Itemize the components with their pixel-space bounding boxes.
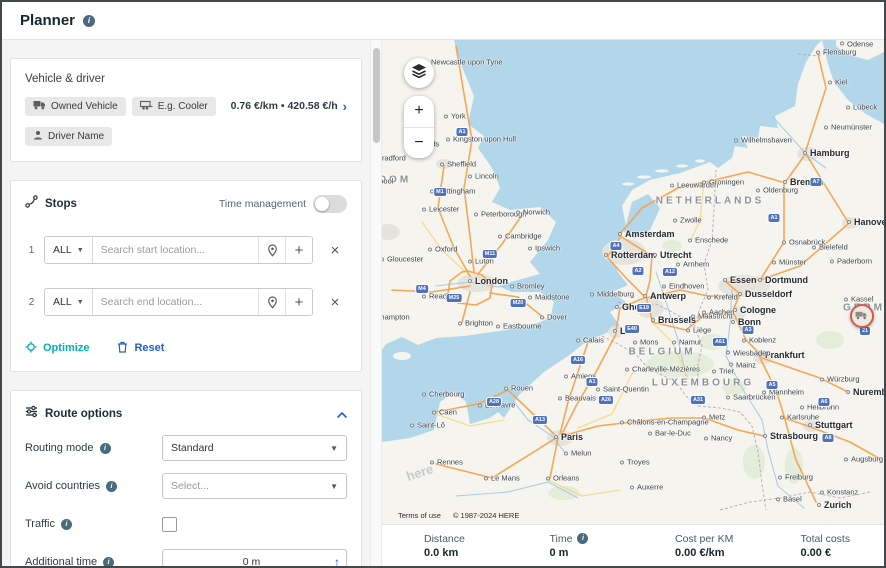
route-stats-bar: Distance 0.0 km Time i 0 m Cost per KM 0.…: [382, 524, 884, 566]
routing-mode-row: Routing mode i Standard ▼: [25, 435, 347, 461]
planner-app: Planner i Vehicle & driver Owned Vehicle…: [0, 0, 886, 568]
stat-total-costs: Total costs 0.00 €: [800, 532, 851, 559]
stops-icon: [25, 195, 38, 213]
chevron-down-icon: ▼: [330, 443, 338, 453]
vehicle-chip[interactable]: Owned Vehicle: [25, 96, 126, 116]
chevron-down-icon: ▼: [330, 481, 338, 491]
add-stop-button[interactable]: +: [285, 289, 312, 315]
pick-on-map-button[interactable]: [258, 237, 285, 263]
reset-button[interactable]: Reset: [117, 341, 164, 356]
remove-stop-button[interactable]: ×: [323, 288, 347, 316]
stop-index: 2: [28, 296, 35, 308]
stat-distance: Distance 0.0 km: [424, 532, 465, 559]
map-attribution: Terms of use © 1987-2024 HERE: [398, 511, 519, 520]
vehicle-driver-card: Vehicle & driver Owned Vehicle E.g. Cool…: [10, 58, 362, 162]
routing-mode-select[interactable]: Standard ▼: [162, 435, 347, 461]
stepper-up-icon[interactable]: ↑: [334, 555, 340, 566]
trash-icon: [117, 341, 128, 356]
map-base-layer: [382, 40, 884, 524]
additional-time-info-icon[interactable]: i: [103, 556, 115, 566]
traffic-label: Traffic: [25, 518, 55, 530]
driver-chip-label: Driver Name: [48, 130, 105, 142]
layers-icon: [411, 63, 427, 84]
map-copyright: © 1987-2024 HERE: [452, 511, 520, 520]
driver-icon: [33, 130, 43, 143]
trailer-icon: [139, 100, 153, 113]
traffic-row: Traffic i: [25, 511, 347, 537]
trailer-chip[interactable]: E.g. Cooler: [131, 96, 216, 116]
avoid-countries-row: Avoid countries i Select... ▼: [25, 473, 347, 499]
truck-icon: [33, 100, 46, 113]
stat-cost-per-km: Cost per KM 0.00 €/km: [675, 532, 734, 559]
planner-info-icon[interactable]: i: [83, 14, 96, 27]
stop-row-end: 2 ALL▼ + ×: [25, 287, 347, 317]
additional-time-row: Additional time i 0 m ↑: [25, 549, 347, 566]
planner-sidebar: Vehicle & driver Owned Vehicle E.g. Cool…: [2, 40, 370, 566]
stops-card: Stops Time management 1 ALL▼ + ×: [10, 180, 362, 372]
stop-filter-dropdown[interactable]: ALL ▼: [45, 237, 93, 263]
end-location-input[interactable]: [92, 289, 258, 315]
vehicle-rate-text: 0.76 €/km • 420.58 €/h: [230, 100, 338, 112]
routing-mode-info-icon[interactable]: i: [99, 442, 111, 454]
time-management-label: Time management: [218, 198, 306, 210]
truck-icon: [855, 307, 868, 325]
stop-filter-dropdown[interactable]: ALL ▼: [45, 289, 93, 315]
sliders-icon: [25, 405, 38, 423]
route-options-title: Route options: [45, 408, 123, 420]
additional-time-stepper[interactable]: 0 m ↑: [162, 549, 347, 566]
map-canvas[interactable]: UNITED KINGDOMNETHERLANDSBELGIUMLUXEMBOU…: [382, 40, 884, 524]
traffic-checkbox[interactable]: [162, 516, 177, 532]
panel-scrollbar-thumb[interactable]: [373, 48, 380, 143]
optimize-button[interactable]: Optimize: [25, 341, 89, 356]
vehicle-map-marker[interactable]: [849, 304, 874, 329]
additional-time-label: Additional time: [25, 556, 98, 566]
vehicle-rate[interactable]: 0.76 €/km • 420.58 €/h ›: [231, 100, 347, 113]
stat-time: Time i 0 m: [508, 533, 634, 559]
vehicle-chip-label: Owned Vehicle: [51, 100, 118, 112]
vehicle-card-title: Vehicle & driver: [25, 73, 105, 85]
map-layers-button[interactable]: [404, 58, 434, 88]
add-stop-button[interactable]: +: [285, 237, 312, 263]
panel-scrollbar[interactable]: [370, 40, 382, 566]
terms-of-use-link[interactable]: Terms of use: [398, 511, 441, 520]
time-info-icon[interactable]: i: [577, 533, 589, 544]
driver-chip[interactable]: Driver Name: [25, 126, 113, 146]
stop-index: 1: [28, 244, 35, 256]
route-options-card: Route options Routing mode i Standard ▼: [10, 390, 362, 566]
chevron-down-icon: ▼: [76, 246, 84, 254]
chevron-down-icon: ▼: [76, 298, 84, 306]
remove-stop-button[interactable]: ×: [323, 236, 347, 264]
stop-row-start: 1 ALL▼ + ×: [25, 235, 347, 265]
stops-title: Stops: [45, 198, 77, 210]
start-location-input[interactable]: [92, 237, 258, 263]
map-zoom-control: + −: [404, 96, 434, 158]
avoid-countries-label: Avoid countries: [25, 480, 101, 492]
chevron-right-icon: ›: [342, 98, 347, 114]
trailer-chip-label: E.g. Cooler: [157, 100, 208, 112]
collapse-section-button[interactable]: [337, 405, 347, 423]
avoid-countries-select[interactable]: Select... ▼: [162, 473, 347, 499]
avoid-countries-info-icon[interactable]: i: [106, 480, 118, 492]
time-management-toggle[interactable]: [313, 195, 347, 213]
traffic-info-icon[interactable]: i: [60, 518, 72, 530]
optimize-icon: [25, 341, 37, 356]
app-header: Planner i: [2, 2, 884, 40]
zoom-out-button[interactable]: −: [404, 127, 434, 158]
zoom-in-button[interactable]: +: [404, 96, 434, 127]
additional-time-value: 0 m: [242, 556, 261, 566]
routing-mode-label: Routing mode: [25, 442, 94, 454]
pick-on-map-button[interactable]: [258, 289, 285, 315]
page-title: Planner: [20, 12, 76, 29]
